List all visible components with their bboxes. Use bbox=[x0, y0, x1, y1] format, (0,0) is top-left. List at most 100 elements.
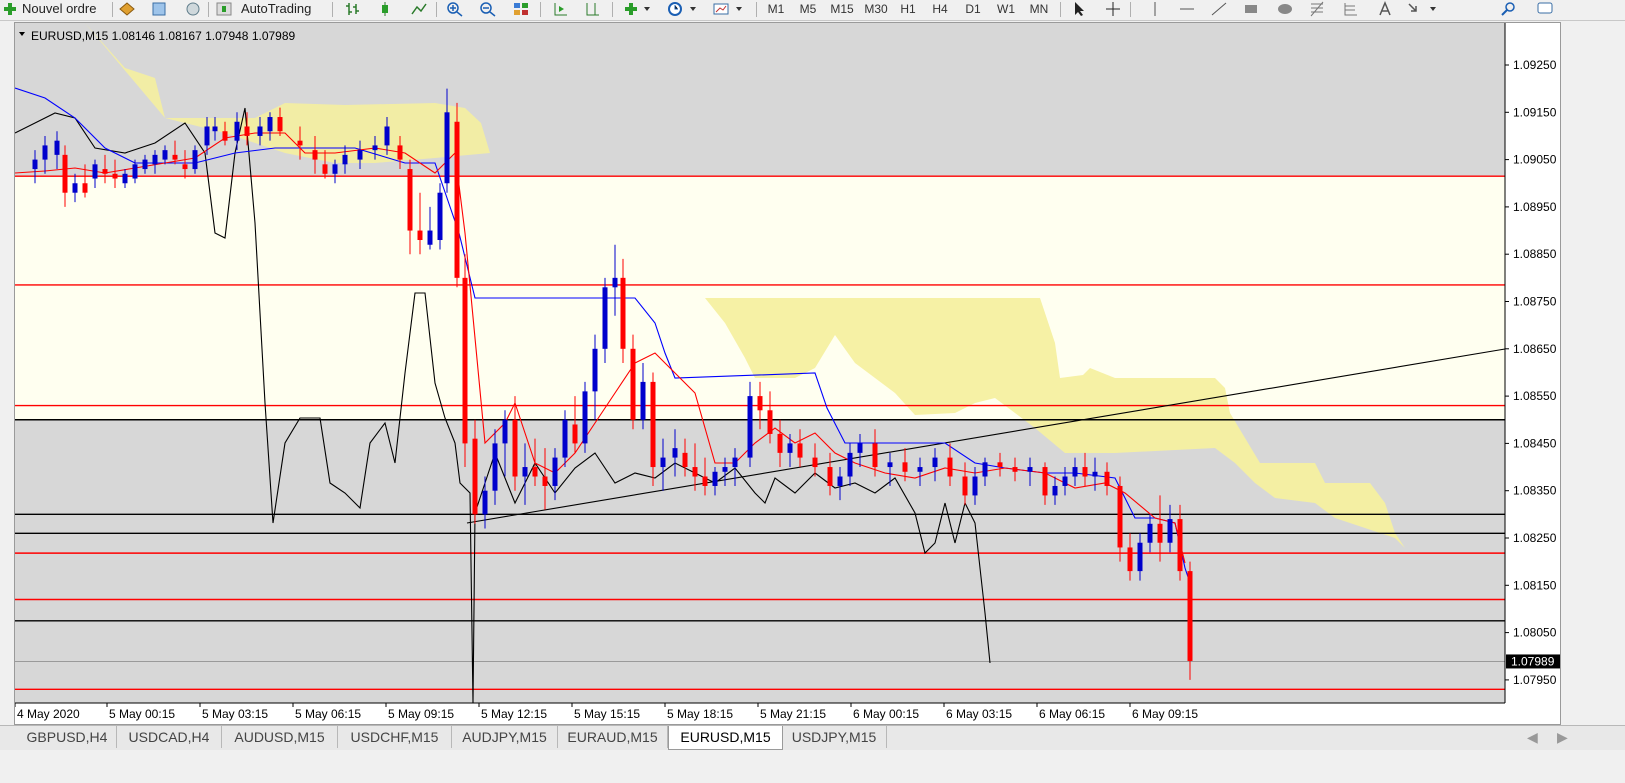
status-bar bbox=[0, 750, 1625, 783]
tab-usdcad-h4[interactable]: USDCAD,H4 bbox=[117, 726, 222, 748]
vertical-line-icon[interactable] bbox=[1146, 1, 1164, 17]
periods-clock-icon[interactable] bbox=[666, 1, 684, 17]
current-price-label: 1.07989 bbox=[1511, 654, 1555, 668]
candle-body bbox=[204, 126, 210, 146]
horizontal-line-icon[interactable] bbox=[1178, 1, 1196, 17]
candle-body bbox=[1187, 571, 1193, 661]
fibonacci-icon[interactable] bbox=[1308, 1, 1326, 17]
candle-body bbox=[747, 396, 753, 458]
candle-body bbox=[962, 476, 968, 496]
candle-body bbox=[172, 154, 178, 160]
tab-audjpy-m15[interactable]: AUDJPY,M15 bbox=[452, 726, 558, 748]
indicators-icon[interactable] bbox=[622, 1, 640, 17]
toolbar-separator bbox=[112, 2, 113, 17]
tile-windows-icon[interactable] bbox=[512, 1, 530, 17]
time-axis-label: 5 May 21:15 bbox=[760, 707, 826, 721]
candle-body bbox=[454, 121, 460, 278]
timeframe-h4-button[interactable]: H4 bbox=[927, 0, 953, 19]
candle-body bbox=[297, 140, 303, 146]
candle-body bbox=[732, 457, 738, 468]
time-axis-label: 5 May 12:15 bbox=[481, 707, 547, 721]
candle-body bbox=[947, 457, 953, 477]
candle-body bbox=[1167, 519, 1173, 543]
timeframe-h1-button[interactable]: H1 bbox=[895, 0, 921, 19]
bar-chart-icon[interactable] bbox=[344, 1, 362, 17]
time-axis-label: 5 May 03:15 bbox=[202, 707, 268, 721]
tab-usdchf-m15[interactable]: USDCHF,M15 bbox=[338, 726, 452, 748]
timeframe-d1-button[interactable]: D1 bbox=[960, 0, 986, 19]
candle-body bbox=[702, 476, 708, 486]
navigator-icon[interactable] bbox=[184, 1, 202, 17]
zoom-in-icon[interactable] bbox=[446, 1, 464, 17]
candle-body bbox=[982, 462, 988, 477]
candle-body bbox=[847, 452, 853, 477]
text-tool-icon[interactable] bbox=[1376, 1, 1394, 17]
toolbar-separator bbox=[332, 2, 333, 17]
price-axis-label: 1.08150 bbox=[1513, 578, 1557, 592]
toolbar-separator bbox=[1060, 2, 1061, 17]
time-axis-label: 6 May 03:15 bbox=[946, 707, 1012, 721]
main-toolbar: Nouvel ordre AutoTrading M1 M5 M15 M30 H… bbox=[0, 0, 1625, 21]
market-watch-icon[interactable] bbox=[118, 1, 136, 17]
tab-euraud-m15[interactable]: EURAUD,M15 bbox=[558, 726, 668, 748]
autotrading-icon[interactable] bbox=[215, 1, 233, 17]
price-chart[interactable]: 1.09250 1.09150 1.09050 1.08950 1.08850 1.087… bbox=[14, 22, 1561, 725]
candle-body bbox=[682, 452, 688, 468]
chevron-down-icon[interactable] bbox=[1428, 1, 1438, 17]
timeframe-w1-button[interactable]: W1 bbox=[993, 0, 1019, 19]
time-axis-label: 5 May 09:15 bbox=[388, 707, 454, 721]
new-order-button[interactable]: Nouvel ordre bbox=[22, 0, 96, 19]
chevron-down-icon[interactable] bbox=[688, 1, 698, 17]
chevron-down-icon[interactable] bbox=[734, 1, 744, 17]
candle-body bbox=[267, 117, 273, 132]
trendline-icon[interactable] bbox=[1210, 1, 1228, 17]
candlestick-icon[interactable] bbox=[376, 1, 394, 17]
autoscroll-icon[interactable] bbox=[552, 1, 570, 17]
data-window-icon[interactable] bbox=[150, 1, 168, 17]
timeframe-m5-button[interactable]: M5 bbox=[795, 0, 821, 19]
templates-icon[interactable] bbox=[712, 1, 730, 17]
price-axis-label: 1.08950 bbox=[1513, 200, 1557, 214]
chat-icon[interactable] bbox=[1536, 1, 1554, 17]
search-icon[interactable] bbox=[1500, 1, 1518, 17]
timeframe-m15-button[interactable]: M15 bbox=[826, 0, 858, 19]
arrows-tool-icon[interactable] bbox=[1406, 1, 1424, 17]
line-chart-icon[interactable] bbox=[410, 1, 428, 17]
tab-audusd-m15[interactable]: AUDUSD,M15 bbox=[222, 726, 338, 748]
ellipse-icon[interactable] bbox=[1276, 1, 1294, 17]
tab-gbpusd-h4[interactable]: GBPUSD,H4 bbox=[18, 726, 117, 748]
candle-body bbox=[767, 410, 773, 434]
price-axis-label: 1.09250 bbox=[1513, 58, 1557, 72]
new-order-icon[interactable] bbox=[1, 1, 19, 17]
autotrading-button[interactable]: AutoTrading bbox=[241, 0, 311, 19]
tabs-scroll-right-icon[interactable]: ▶ bbox=[1557, 729, 1568, 746]
rectangle-icon[interactable] bbox=[1242, 1, 1260, 17]
chart-shift-icon[interactable] bbox=[584, 1, 602, 17]
tabs-scroll-left-icon[interactable]: ◀ bbox=[1527, 729, 1538, 746]
candle-body bbox=[1092, 471, 1098, 477]
timeframe-mn-button[interactable]: MN bbox=[1025, 0, 1053, 19]
timeframe-m30-button[interactable]: M30 bbox=[860, 0, 892, 19]
cursor-arrow-icon[interactable] bbox=[1070, 1, 1088, 17]
crosshair-icon[interactable] bbox=[1104, 1, 1122, 17]
candle-body bbox=[650, 381, 656, 468]
zoom-out-icon[interactable] bbox=[479, 1, 497, 17]
price-axis-label: 1.08050 bbox=[1513, 626, 1557, 640]
tab-eurusd-m15[interactable]: EURUSD,M15 bbox=[668, 726, 783, 750]
candle-body bbox=[322, 164, 328, 174]
chart-tabs-bar: GBPUSD,H4 USDCAD,H4 AUDUSD,M15 USDCHF,M1… bbox=[0, 725, 1625, 750]
candle-body bbox=[1082, 467, 1088, 477]
candle-body bbox=[222, 131, 228, 141]
candle-body bbox=[192, 150, 198, 170]
candle-body bbox=[592, 348, 598, 392]
candle-body bbox=[932, 457, 938, 468]
candle-body bbox=[384, 126, 390, 146]
chevron-down-icon[interactable] bbox=[642, 1, 652, 17]
fibo-fan-icon[interactable] bbox=[1342, 1, 1360, 17]
tab-usdjpy-m15[interactable]: USDJPY,M15 bbox=[782, 726, 887, 748]
timeframe-m1-button[interactable]: M1 bbox=[763, 0, 789, 19]
toolbar-separator bbox=[436, 2, 437, 17]
time-axis-label: 6 May 06:15 bbox=[1039, 707, 1105, 721]
candle-body bbox=[132, 164, 138, 179]
toolbar-separator bbox=[612, 2, 613, 17]
